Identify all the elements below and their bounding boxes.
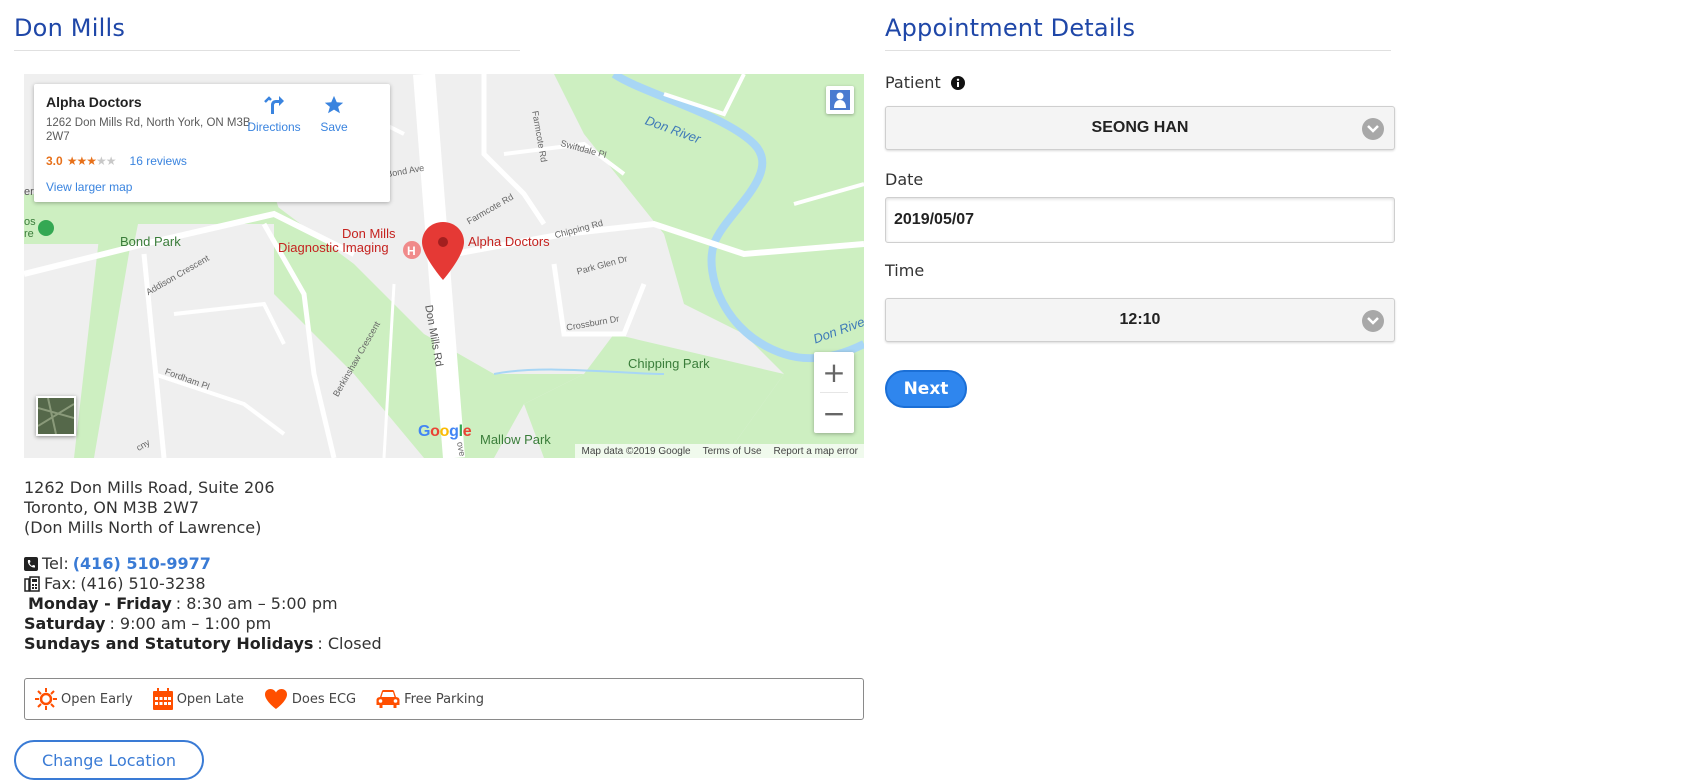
hours-time: : 8:30 am – 5:00 pm bbox=[175, 594, 338, 613]
google-logo: Google bbox=[418, 423, 472, 440]
directions-label: Directions bbox=[247, 120, 301, 134]
zoom-controls: + − bbox=[814, 352, 854, 433]
feature-label: Open Late bbox=[176, 691, 244, 707]
save-place-button[interactable]: Save bbox=[299, 94, 369, 134]
feature-label: Open Early bbox=[61, 691, 133, 707]
star-icon: ★ bbox=[66, 154, 78, 168]
hours-time: : 9:00 am – 1:00 pm bbox=[109, 614, 272, 633]
star-icon: ★ bbox=[86, 154, 97, 168]
star-icon: ★ bbox=[76, 154, 87, 168]
feature-free-parking: Free Parking bbox=[376, 689, 484, 709]
feature-open-early: Open Early bbox=[35, 688, 133, 710]
svg-text:H: H bbox=[407, 244, 416, 258]
time-select[interactable]: 12:10 bbox=[885, 298, 1395, 342]
appointment-panel: Appointment Details Patient SEONG HAN Da… bbox=[885, 14, 1395, 408]
place-address: 1262 Don Mills Rd, North York, ON M3B 2W… bbox=[46, 117, 251, 143]
view-larger-map-link[interactable]: View larger map bbox=[46, 180, 132, 194]
terms-of-use-link[interactable]: Terms of Use bbox=[703, 446, 762, 457]
time-label-row: Time bbox=[885, 261, 1395, 280]
map-label-bond-park: Bond Park bbox=[120, 234, 181, 249]
date-label-row: Date bbox=[885, 170, 1395, 189]
address-line: Toronto, ON M3B 2W7 bbox=[24, 498, 200, 517]
appointment-title: Appointment Details bbox=[885, 14, 1391, 51]
contact-block: Tel: (416) 510-9977 Fax: (416) 510-3238 … bbox=[24, 554, 382, 654]
map-label-chipping-park: Chipping Park bbox=[628, 356, 710, 371]
rating-row: 3.0 ★★★★★ 16 reviews bbox=[46, 154, 187, 168]
date-label: Date bbox=[885, 170, 924, 189]
next-button[interactable]: Next bbox=[885, 370, 967, 408]
patient-select[interactable]: SEONG HAN bbox=[885, 106, 1395, 150]
patient-label-row: Patient bbox=[885, 73, 1395, 92]
patient-label: Patient bbox=[885, 73, 941, 92]
hours-row: Sundays and Statutory Holidays: Closed bbox=[24, 634, 382, 654]
map-footer: Map data ©2019 Google Terms of Use Repor… bbox=[575, 444, 864, 458]
satellite-thumbnail-icon bbox=[37, 397, 75, 435]
feature-open-late: Open Late bbox=[152, 688, 244, 710]
hours-day: Sundays and Statutory Holidays bbox=[24, 634, 314, 653]
location-title: Don Mills bbox=[14, 14, 520, 51]
map-label-alpha-doctors: Alpha Doctors bbox=[468, 234, 550, 249]
zoom-out-button[interactable]: − bbox=[814, 393, 854, 433]
fax-icon bbox=[24, 576, 40, 592]
map-label-diagnostic-1: Don Mills bbox=[342, 226, 396, 241]
directions-icon bbox=[264, 96, 284, 114]
hours-row: Monday - Friday: 8:30 am – 5:00 pm bbox=[24, 594, 382, 614]
map-label-diagnostic-2: Diagnostic Imaging bbox=[278, 240, 389, 255]
sun-icon bbox=[35, 688, 57, 710]
date-input[interactable]: 2019/05/07 bbox=[885, 197, 1395, 243]
hours-day: Saturday bbox=[24, 614, 106, 633]
chevron-down-icon bbox=[1362, 310, 1384, 332]
star-empty-icon: ★ bbox=[95, 154, 107, 168]
feature-does-ecg: Does ECG bbox=[264, 688, 356, 710]
fax-label: Fax: bbox=[44, 574, 77, 593]
fax-number: (416) 510-3238 bbox=[80, 574, 206, 593]
report-map-error-link[interactable]: Report a map error bbox=[774, 446, 858, 457]
tel-label: Tel: bbox=[42, 554, 69, 573]
heart-icon bbox=[264, 689, 287, 709]
phone-icon bbox=[24, 557, 38, 571]
map-data-attribution: Map data ©2019 Google bbox=[581, 445, 691, 457]
feature-label: Free Parking bbox=[404, 691, 485, 707]
patient-selected-value: SEONG HAN bbox=[1091, 119, 1189, 136]
map-place-card: Alpha Doctors 1262 Don Mills Rd, North Y… bbox=[34, 84, 390, 202]
tel-link[interactable]: (416) 510-9977 bbox=[73, 554, 211, 574]
location-panel: Don Mills H Don River Don River Bond Par… bbox=[14, 14, 872, 780]
feature-label: Does ECG bbox=[291, 691, 357, 707]
info-icon[interactable] bbox=[950, 75, 965, 90]
rating-value: 3.0 bbox=[46, 154, 63, 168]
address-line: 1262 Don Mills Road, Suite 206 bbox=[24, 478, 275, 497]
time-label: Time bbox=[885, 261, 925, 280]
fax-row: Fax: (416) 510-3238 bbox=[24, 574, 382, 594]
pegman-icon bbox=[830, 90, 850, 110]
star-save-icon bbox=[324, 95, 344, 114]
map-label-mallow-park: Mallow Park bbox=[480, 432, 551, 447]
features-box: Open Early Open Late Does ECG Free Parki… bbox=[24, 678, 864, 720]
save-label: Save bbox=[320, 120, 348, 134]
chevron-down-icon bbox=[1362, 118, 1384, 140]
street-view-pegman-button[interactable] bbox=[826, 86, 854, 114]
tel-row: Tel: (416) 510-9977 bbox=[24, 554, 382, 574]
rating-stars: ★★★★★ bbox=[66, 154, 117, 168]
location-map[interactable]: H Don River Don River Bond Park Chipping… bbox=[24, 74, 864, 458]
address-block: 1262 Don Mills Road, Suite 206 Toronto, … bbox=[24, 478, 275, 538]
star-empty-icon: ★ bbox=[105, 154, 117, 168]
hours-day: Monday - Friday bbox=[28, 594, 172, 613]
hours-row: Saturday: 9:00 am – 1:00 pm bbox=[24, 614, 382, 634]
map-label-edge-er: er bbox=[24, 186, 34, 198]
change-location-button[interactable]: Change Location bbox=[14, 740, 204, 780]
zoom-in-button[interactable]: + bbox=[814, 352, 854, 392]
hours-time: : Closed bbox=[317, 634, 382, 653]
time-selected-value: 12:10 bbox=[1119, 311, 1161, 328]
car-icon bbox=[376, 690, 400, 708]
map-label-edge-re: re bbox=[24, 228, 34, 240]
address-line: (Don Mills North of Lawrence) bbox=[24, 518, 262, 537]
place-name: Alpha Doctors bbox=[46, 94, 142, 110]
satellite-toggle-button[interactable] bbox=[36, 396, 76, 436]
reviews-link[interactable]: 16 reviews bbox=[130, 154, 187, 168]
map-label-edge-os: os bbox=[24, 216, 36, 228]
calendar-icon bbox=[152, 688, 173, 710]
